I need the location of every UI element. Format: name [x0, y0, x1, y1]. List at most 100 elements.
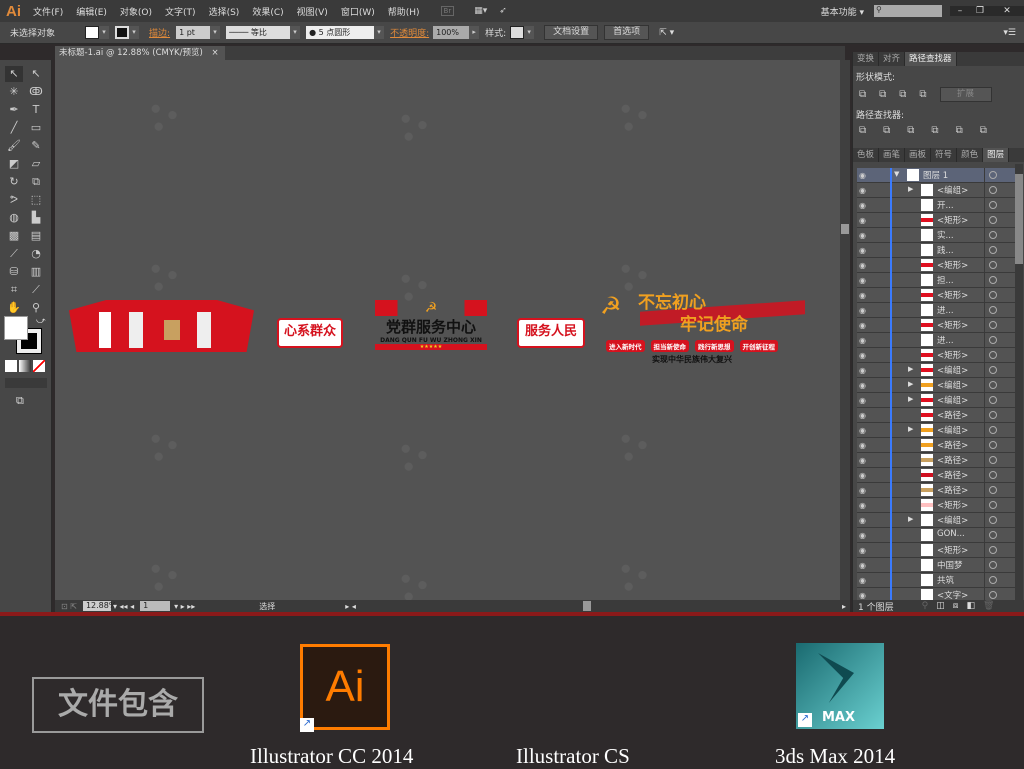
- menu-view[interactable]: 视图(V): [297, 5, 328, 18]
- visibility-eye-icon[interactable]: ◉: [859, 216, 871, 225]
- layer-row[interactable]: ◉ 共筑: [857, 573, 1015, 588]
- tab-swatches[interactable]: 色板: [853, 148, 880, 162]
- artboard-nav-icon[interactable]: ⊡ ⇱: [61, 602, 77, 611]
- minus-front-icon[interactable]: ⧉: [879, 89, 886, 100]
- line-tool-icon[interactable]: ╱: [5, 120, 23, 136]
- layer-row[interactable]: ◉ GON...: [857, 528, 1015, 543]
- layer-row[interactable]: ◉ 践...: [857, 243, 1015, 258]
- brush-select[interactable]: ● 5 点圆形: [306, 26, 375, 39]
- visibility-eye-icon[interactable]: ◉: [859, 291, 871, 300]
- layer-row[interactable]: ◉ <矩形>: [857, 543, 1015, 558]
- gradient-tool-icon[interactable]: ▤: [27, 228, 45, 244]
- fill-swatch[interactable]: [85, 26, 100, 39]
- delete-layer-icon[interactable]: 🗑: [983, 601, 994, 611]
- zoom-tool-icon[interactable]: ⚲: [27, 300, 45, 316]
- visibility-eye-icon[interactable]: ◉: [859, 336, 871, 345]
- expand-button[interactable]: 扩展: [939, 87, 992, 102]
- zoom-field[interactable]: 12.88%: [82, 601, 116, 611]
- target-icon[interactable]: [989, 186, 997, 194]
- target-icon[interactable]: [989, 576, 997, 584]
- visibility-eye-icon[interactable]: ◉: [859, 441, 871, 450]
- style-swatch[interactable]: [510, 26, 525, 39]
- arrange-icon[interactable]: ⇱ ▾: [659, 28, 674, 38]
- blob-brush-icon[interactable]: ◩: [5, 156, 23, 172]
- direct-selection-tool-icon[interactable]: ↖: [27, 66, 45, 82]
- menu-type[interactable]: 文字(T): [165, 5, 196, 18]
- tab-transform[interactable]: 变换: [853, 52, 880, 66]
- target-icon[interactable]: [989, 246, 997, 254]
- type-tool-icon[interactable]: T: [27, 102, 45, 118]
- magic-wand-icon[interactable]: ✳: [5, 84, 23, 100]
- target-icon[interactable]: [989, 276, 997, 284]
- visibility-eye-icon[interactable]: ◉: [859, 501, 871, 510]
- layer-row[interactable]: ◉ <路径>: [857, 453, 1015, 468]
- eyedropper-icon[interactable]: ⟋: [5, 246, 23, 262]
- brush-dropdown[interactable]: ▾: [374, 26, 385, 39]
- layer-row[interactable]: ◉ 中国梦: [857, 558, 1015, 573]
- menu-file[interactable]: 文件(F): [33, 5, 63, 18]
- layer-row[interactable]: ◉ <路径>: [857, 408, 1015, 423]
- stroke-weight-dropdown[interactable]: ▾: [210, 26, 221, 39]
- visibility-eye-icon[interactable]: ◉: [859, 516, 871, 525]
- stroke-dropdown[interactable]: ▾: [129, 26, 140, 39]
- stroke-swatch[interactable]: [115, 26, 130, 39]
- menu-object[interactable]: 对象(O): [120, 5, 152, 18]
- layer-row[interactable]: ◉ <矩形>: [857, 213, 1015, 228]
- graph-tool-icon[interactable]: ▥: [27, 264, 45, 280]
- target-icon[interactable]: [989, 471, 997, 479]
- visibility-eye-icon[interactable]: ◉: [859, 531, 871, 540]
- visibility-eye-icon[interactable]: ◉: [859, 186, 871, 195]
- visibility-eye-icon[interactable]: ◉: [859, 171, 871, 180]
- swap-colors-icon[interactable]: ⤻: [36, 316, 46, 326]
- menu-edit[interactable]: 编辑(E): [76, 5, 107, 18]
- layer-row[interactable]: ◉ <矩形>: [857, 288, 1015, 303]
- visibility-eye-icon[interactable]: ◉: [859, 456, 871, 465]
- layer-row[interactable]: ◉ ▶ <编组>: [857, 393, 1015, 408]
- unite-icon[interactable]: ⧉: [859, 89, 866, 100]
- workspace-switcher[interactable]: 基本功能 ▾: [821, 5, 864, 18]
- service-center-sign[interactable]: ☭ 党群服务中心 DANG QUN FU WU ZHONG XIN ★★★★★: [375, 300, 487, 358]
- pen-tool-icon[interactable]: ✒: [5, 102, 23, 118]
- target-icon[interactable]: [989, 231, 997, 239]
- target-icon[interactable]: [989, 501, 997, 509]
- layer-row[interactable]: ◉ <矩形>: [857, 318, 1015, 333]
- artboard-canvas[interactable]: 心系群众 ☭ 党群服务中心 DANG QUN FU WU ZHONG XIN ★…: [55, 60, 840, 610]
- visibility-eye-icon[interactable]: ◉: [859, 546, 871, 555]
- layer-row[interactable]: ◉ <路径>: [857, 438, 1015, 453]
- layer-row[interactable]: ◉ ▶ <编组>: [857, 423, 1015, 438]
- perspective-grid-icon[interactable]: ▙: [27, 210, 45, 226]
- visibility-eye-icon[interactable]: ◉: [859, 201, 871, 210]
- target-icon[interactable]: [989, 411, 997, 419]
- tab-artboards[interactable]: 画板: [905, 148, 932, 162]
- locate-object-icon[interactable]: ⚲: [922, 601, 929, 611]
- menu-help[interactable]: 帮助(H): [388, 5, 420, 18]
- slice-tool-icon[interactable]: ⟋: [27, 282, 45, 298]
- new-sublayer-icon[interactable]: ⧈: [953, 601, 959, 611]
- opacity-field[interactable]: 100%: [433, 26, 470, 39]
- target-icon[interactable]: [989, 381, 997, 389]
- layer-row[interactable]: ◉ ▶ <编组>: [857, 183, 1015, 198]
- visibility-eye-icon[interactable]: ◉: [859, 276, 871, 285]
- target-icon[interactable]: [989, 441, 997, 449]
- exclude-icon[interactable]: ⧉: [919, 89, 926, 100]
- horizontal-scrollbar[interactable]: [356, 601, 842, 611]
- fill-dropdown[interactable]: ▾: [99, 26, 110, 39]
- close-tab-icon[interactable]: ×: [212, 48, 219, 58]
- expand-arrow-icon[interactable]: ▶: [908, 185, 913, 193]
- stroke-weight-field[interactable]: 1 pt: [176, 26, 211, 39]
- layer-row[interactable]: ◉ <路径>: [857, 468, 1015, 483]
- layer-row[interactable]: ◉ 开...: [857, 198, 1015, 213]
- layer-row[interactable]: ◉ 进...: [857, 333, 1015, 348]
- heart-masses-sign[interactable]: 心系群众: [277, 318, 343, 348]
- mission-banner[interactable]: ☭ 不忘初心 牢记使命 进入新时代 担当新使命 践行新思想 开创新征程 实现中华…: [600, 288, 810, 368]
- drawing-modes-icon[interactable]: [5, 378, 47, 388]
- culture-wall-artwork[interactable]: [69, 300, 254, 352]
- mesh-tool-icon[interactable]: ▩: [5, 228, 23, 244]
- target-icon[interactable]: [989, 456, 997, 464]
- visibility-eye-icon[interactable]: ◉: [859, 246, 871, 255]
- target-icon[interactable]: [989, 291, 997, 299]
- visibility-eye-icon[interactable]: ◉: [859, 231, 871, 240]
- visibility-eye-icon[interactable]: ◉: [859, 366, 871, 375]
- target-icon[interactable]: [989, 516, 997, 524]
- tab-symbols[interactable]: 符号: [931, 148, 958, 162]
